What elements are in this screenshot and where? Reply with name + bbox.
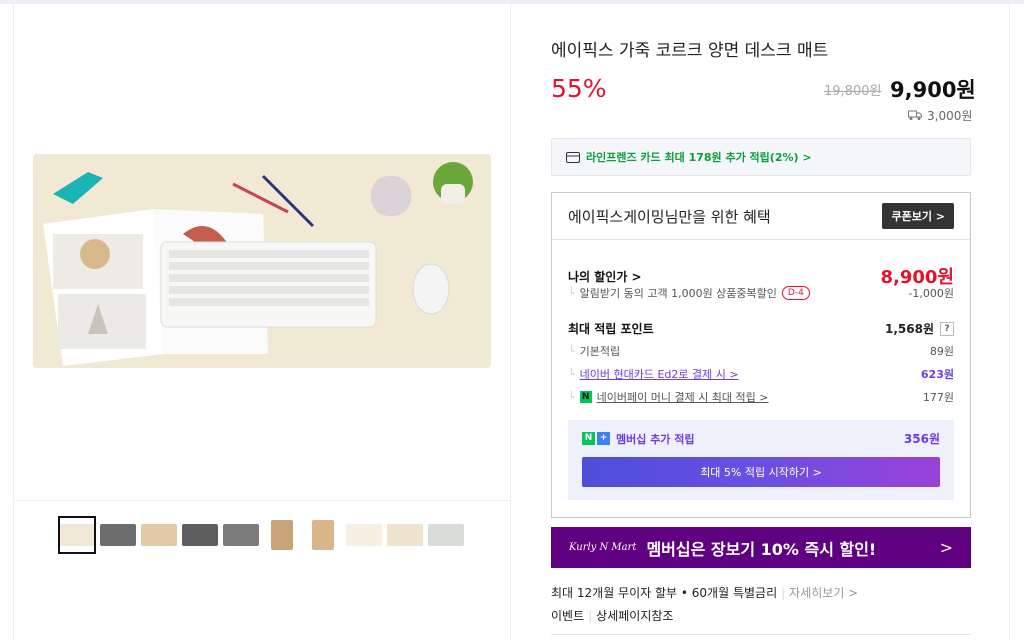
card-promo-banner[interactable]: 라인프렌즈 카드 최대 178원 추가 적립(2%) > [551,138,971,176]
shipping-info: 3,000원 [908,107,972,124]
benefit-heading: 에이픽스게이밍님만을 위한 혜택 [568,207,771,226]
sale-price: 9,900원 [890,78,976,102]
naver-plus-icon: N + [582,432,610,445]
npay-points: 177원 [922,391,954,404]
npay-link[interactable]: 네이버페이 머니 결제 시 최대 적립 > [597,389,769,405]
details-link[interactable]: 자세히보기 > [789,586,858,600]
original-price: 19,800원 [824,84,882,99]
thumbnail-4[interactable] [181,516,219,554]
installment-text: 최대 12개월 무이자 할부 • 60개월 특별금리 [551,586,778,600]
tree-branch-icon: └ [568,286,575,300]
right-border [1009,4,1010,640]
thumbnail-divider [14,500,511,501]
detail-page-link[interactable]: 상세페이지참조 [596,609,673,623]
tree-branch-icon: └ [568,367,575,381]
max-points-label: 최대 적립 포인트 [568,322,654,336]
thumbnail-9[interactable] [386,516,424,554]
thumbnail-10[interactable] [427,516,465,554]
notify-discount-label: 알림받기 동의 고객 1,000원 상품중복할인 [579,287,777,300]
thumbnail-1[interactable] [58,516,96,554]
thumbnail-7[interactable] [304,516,342,554]
kurly-mart-banner[interactable]: Kurly N Mart 멤버십은 장보기 10% 즉시 할인! > [551,527,971,568]
dday-badge: D-4 [781,286,810,300]
shipping-fee: 3,000원 [927,109,973,123]
event-link[interactable]: 이벤트 [551,609,584,623]
product-main-image [33,154,491,368]
benefit-box: 에이픽스게이밍님만을 위한 혜택 쿠폰보기 > 나의 할인가 > 8,900원 … [551,192,971,518]
naver-card-points: 623원 [920,368,954,381]
naver-card-link[interactable]: 네이버 현대카드 Ed2로 결제 시 > [580,366,739,382]
kurly-mart-logo: Kurly N Mart [569,542,637,553]
product-title: 에이픽스 가죽 코르크 양면 데스크 매트 [551,41,829,61]
banner-message: 멤버십은 장보기 10% 즉시 할인! [646,539,877,559]
thumbnail-8[interactable] [345,516,383,554]
thumbnail-3[interactable] [140,516,178,554]
basic-points-label: 기본적립 [579,345,621,358]
credit-card-icon [566,151,580,163]
help-icon[interactable]: ? [940,321,954,336]
tree-branch-icon: └ [568,344,575,358]
thumbnail-2[interactable] [99,516,137,554]
tree-branch-icon: └ [568,390,575,404]
event-links: 이벤트 | 상세페이지참조 [551,609,674,623]
membership-label: 멤버십 추가 적립 [616,432,695,446]
thumbnail-6[interactable] [263,516,301,554]
thumbnail-5[interactable] [222,516,260,554]
start-points-button[interactable]: 최대 5% 적립 시작하기 > [582,457,940,487]
notify-discount-value: -1,000원 [908,287,954,300]
truck-icon [908,110,922,120]
section-divider [551,634,971,635]
max-points: 1,568원 [885,322,934,336]
thumbnail-strip [58,516,465,554]
basic-points: 89원 [929,345,954,358]
discount-rate: 55% [551,74,607,103]
chevron-right-icon: > [939,538,953,557]
installment-info: 최대 12개월 무이자 할부 • 60개월 특별금리 | 자세히보기 > [551,586,859,600]
coupon-view-button[interactable]: 쿠폰보기 > [882,203,954,229]
membership-box: N + 멤버십 추가 적립 356원 최대 5% 적립 시작하기 > [568,420,954,500]
membership-points: 356원 [903,432,940,446]
my-price-label[interactable]: 나의 할인가 > [568,268,642,285]
npay-icon: N [579,391,592,403]
card-promo-text: 라인프렌즈 카드 최대 178원 추가 적립(2%) > [586,151,812,164]
